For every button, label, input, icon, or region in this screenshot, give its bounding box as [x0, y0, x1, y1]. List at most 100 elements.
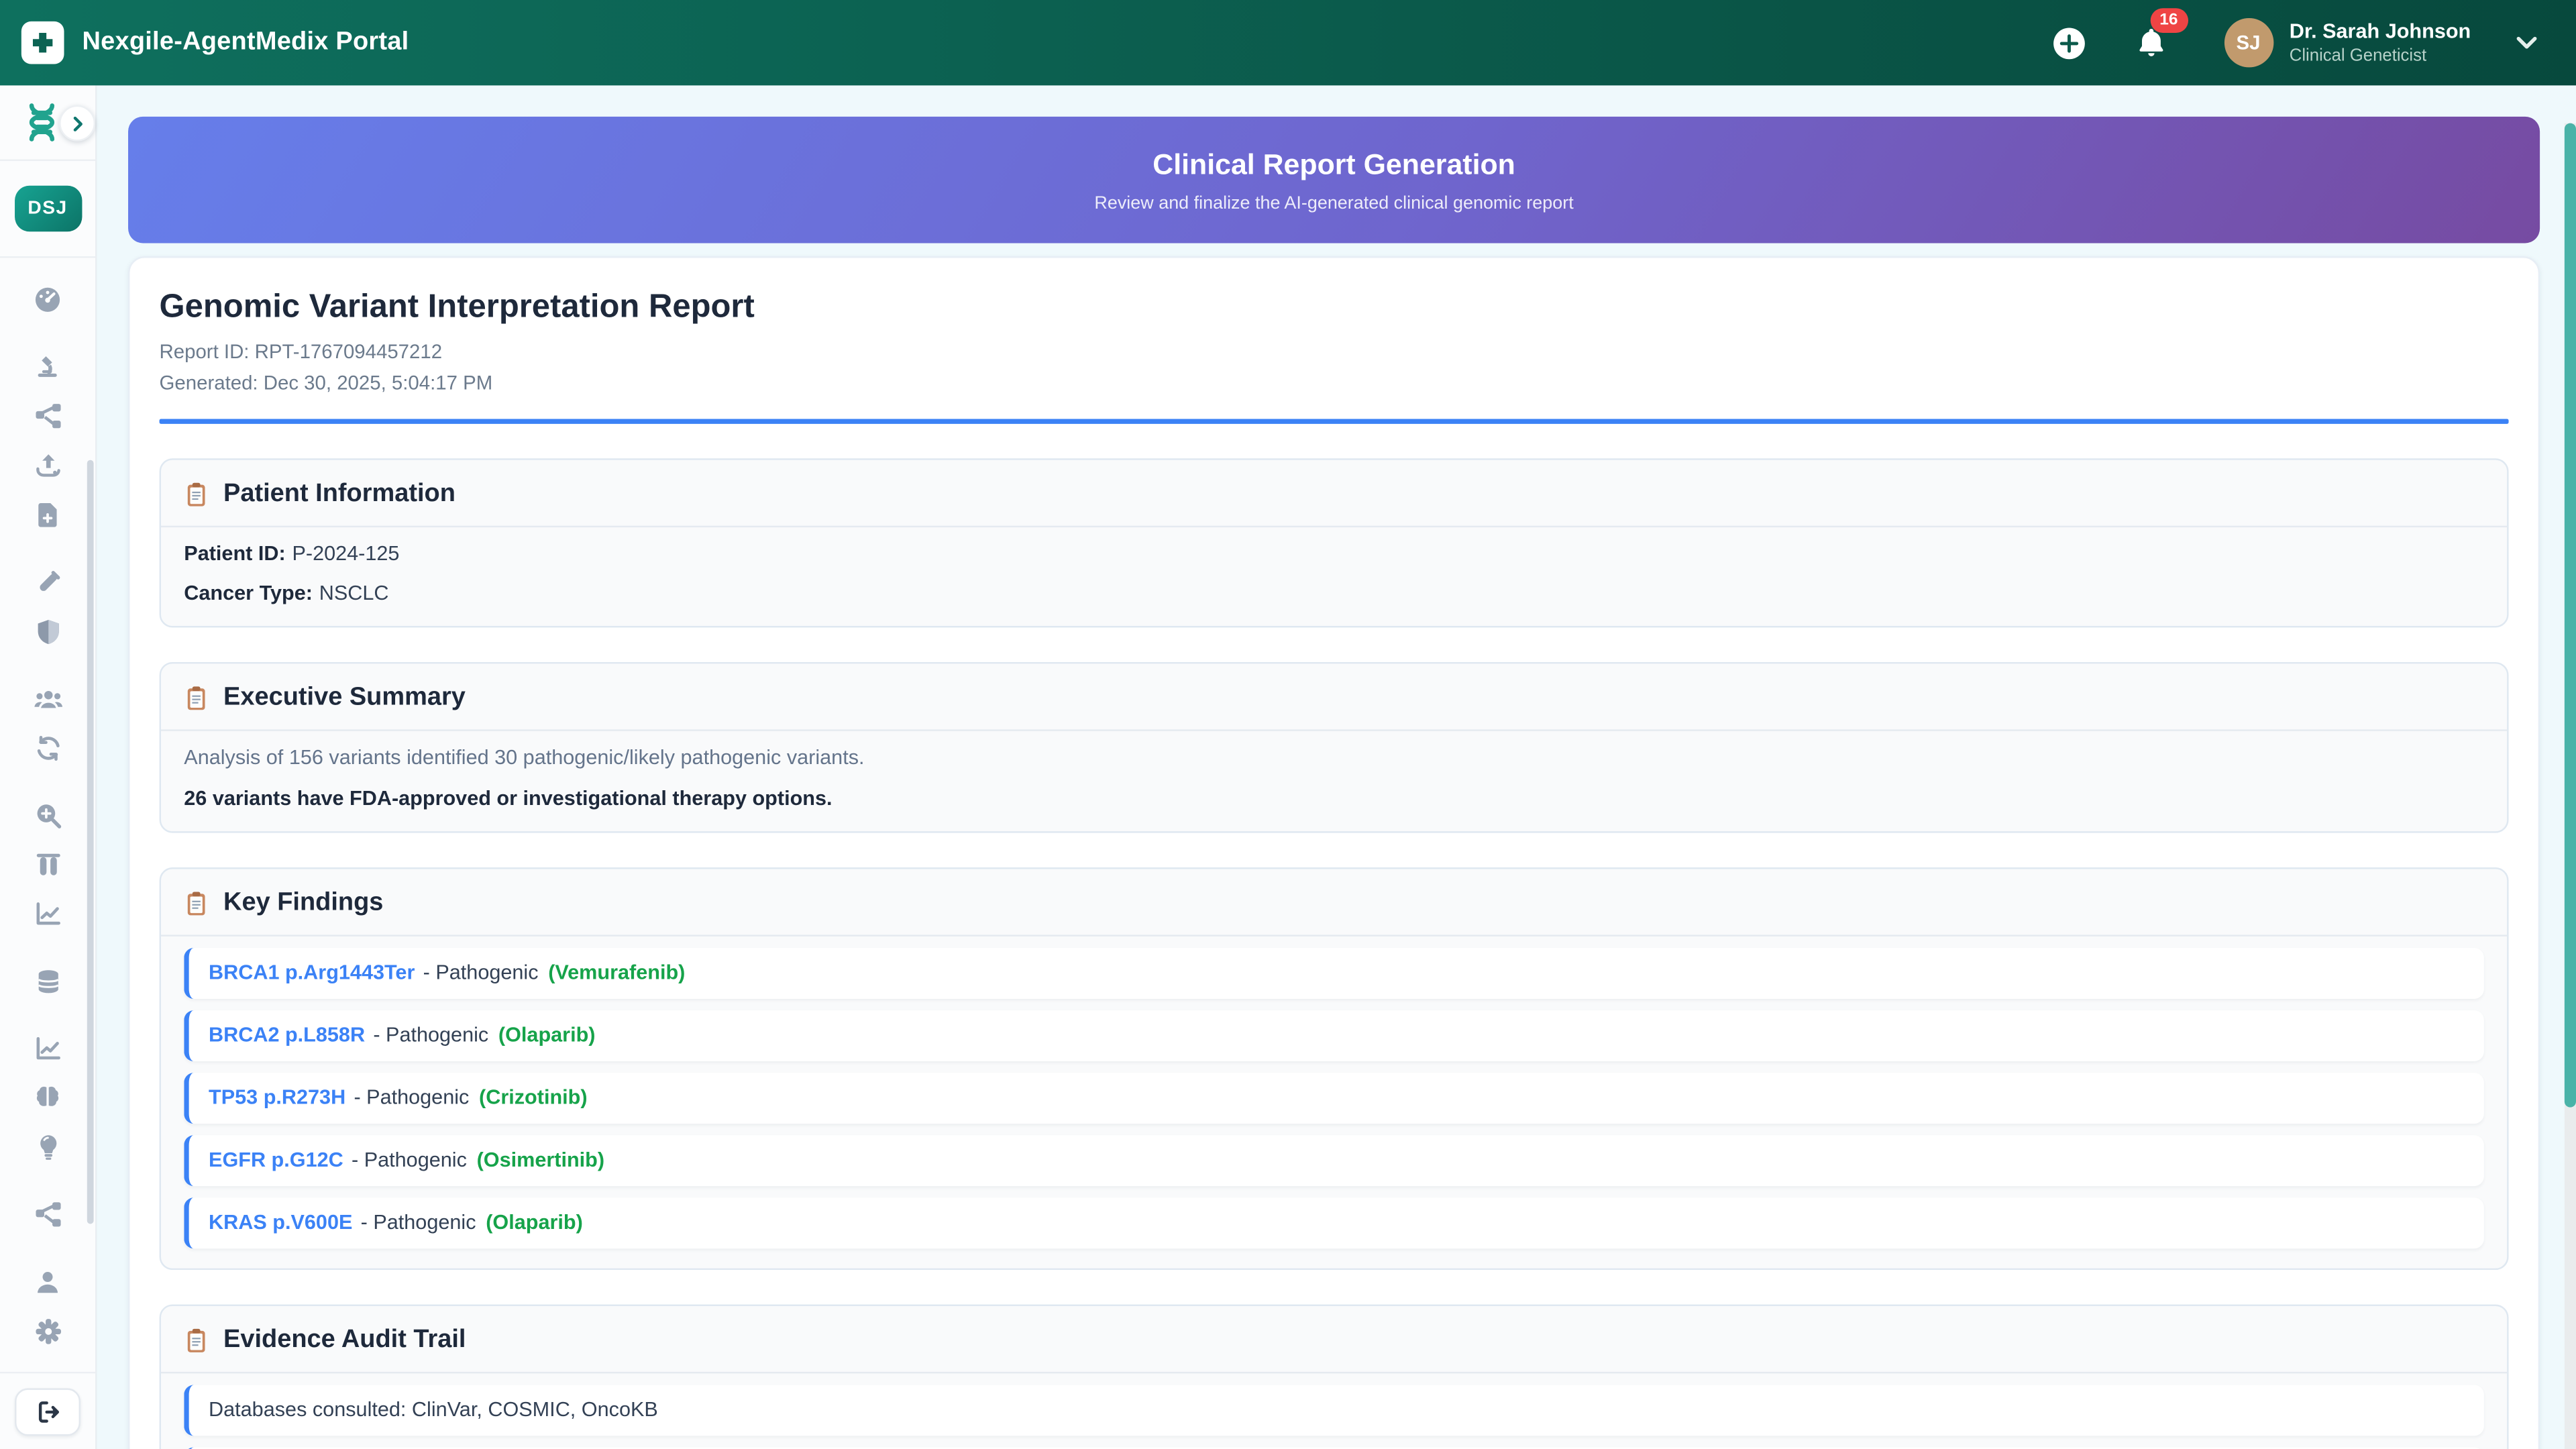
sidebar-item-network-icon[interactable]: [0, 1189, 95, 1238]
finding-classification: - Pathogenic: [373, 1024, 488, 1046]
user-avatar[interactable]: SJ: [2224, 18, 2273, 67]
sidebar-item-microscope-icon[interactable]: [0, 341, 95, 390]
page-subtitle: Review and finalize the AI-generated cli…: [1094, 193, 1573, 213]
sidebar-item-share-nodes-icon[interactable]: [0, 391, 95, 440]
sidebar-item-upload-icon[interactable]: [0, 440, 95, 489]
section-header: Key Findings: [184, 886, 2484, 919]
finding-therapy: (Olaparib): [486, 1211, 583, 1234]
cancer-type-field: Cancer Type: NSCLC: [184, 579, 2484, 605]
finding-gene: EGFR p.G12C: [209, 1148, 343, 1171]
section-title: Evidence Audit Trail: [223, 1325, 466, 1354]
user-meta: Dr. Sarah Johnson Clinical Geneticist: [2290, 20, 2471, 65]
section-patient-information: Patient Information Patient ID: P-2024-12…: [160, 458, 2509, 627]
app-viewport: Nexgile-AgentMedix Portal 16 SJ Dr. Sara…: [0, 0, 2576, 1449]
sidebar-item-chart-line-icon[interactable]: [0, 889, 95, 938]
finding-therapy: (Vemurafenib): [548, 961, 685, 984]
page-scrollbar: [2563, 85, 2576, 1449]
sidebar-item-brain-icon[interactable]: [0, 1073, 95, 1122]
finding-gene: TP53 p.R273H: [209, 1086, 345, 1109]
add-button[interactable]: [2049, 23, 2089, 62]
field-label: Cancer Type:: [184, 581, 313, 604]
report-title: Genomic Variant Interpretation Report: [160, 288, 2509, 327]
finding-gene: BRCA1 p.Arg1443Ter: [209, 961, 415, 984]
section-header: Executive Summary: [184, 681, 2484, 714]
sidebar-top: [0, 85, 95, 161]
page-banner: Clinical Report Generation Review and fi…: [128, 117, 2540, 244]
finding-row: BRCA2 p.L858R - Pathogenic (Olaparib): [184, 1010, 2484, 1061]
audit-row: Databases consulted: ClinVar, COSMIC, On…: [184, 1384, 2484, 1435]
section-key-findings: Key Findings BRCA1 p.Arg1443Ter - Pathog…: [160, 867, 2509, 1269]
report-id: Report ID: RPT-1767094457212: [160, 340, 2509, 363]
sidebar-item-file-plus-icon[interactable]: [0, 490, 95, 539]
patient-id-field: Patient ID: P-2024-125: [184, 539, 2484, 566]
finding-therapy: (Crizotinib): [479, 1086, 588, 1109]
finding-gene: BRCA2 p.L858R: [209, 1024, 365, 1046]
sidebar-scrollbar-thumb[interactable]: [87, 460, 94, 1224]
notification-count-badge: 16: [2150, 8, 2188, 33]
finding-row: EGFR p.G12C - Pathogenic (Osimertinib): [184, 1134, 2484, 1185]
finding-row: TP53 p.R273H - Pathogenic (Crizotinib): [184, 1072, 2484, 1123]
section-title: Executive Summary: [223, 683, 466, 712]
section-executive-summary: Executive Summary Analysis of 156 varian…: [160, 661, 2509, 833]
audit-list: Databases consulted: ClinVar, COSMIC, On…: [184, 1384, 2484, 1449]
dna-icon: [23, 102, 60, 151]
field-value: NSCLC: [319, 581, 389, 604]
audit-text: Databases consulted: ClinVar, COSMIC, On…: [209, 1398, 658, 1421]
clipboard-icon: [184, 1327, 209, 1353]
page-scrollbar-thumb[interactable]: [2565, 123, 2576, 1108]
divider: [161, 525, 2507, 526]
finding-therapy: (Olaparib): [498, 1024, 596, 1046]
report-card: Genomic Variant Interpretation Report Re…: [128, 256, 2540, 1449]
sidebar-item-shield-icon[interactable]: [0, 606, 95, 655]
sidebar-user-row: DSJ: [0, 161, 95, 258]
divider: [161, 729, 2507, 730]
section-title: Key Findings: [223, 888, 383, 918]
sidebar-item-users-icon[interactable]: [0, 674, 95, 722]
finding-row: KRAS p.V600E - Pathogenic (Olaparib): [184, 1197, 2484, 1248]
section-evidence-audit-trail: Evidence Audit Trail Databases consulted…: [160, 1303, 2509, 1449]
sidebar-item-test-tube-icon[interactable]: [0, 557, 95, 606]
notifications-bell-icon[interactable]: 16: [2132, 23, 2171, 62]
sidebar-footer: [0, 1372, 95, 1449]
section-title: Patient Information: [223, 479, 455, 508]
section-header: Patient Information: [184, 477, 2484, 510]
sidebar-expand-button[interactable]: [59, 105, 95, 142]
finding-classification: - Pathogenic: [361, 1211, 476, 1234]
sidebar-item-dashboard-gauge-icon[interactable]: [0, 274, 95, 323]
user-role: Clinical Geneticist: [2290, 46, 2471, 66]
sidebar: DSJ: [0, 85, 97, 1449]
finding-gene: KRAS p.V600E: [209, 1211, 352, 1234]
audit-row: Publications reviewed: 834: [184, 1446, 2484, 1449]
sidebar-item-gear-icon[interactable]: [0, 1306, 95, 1355]
user-menu-chevron-down-icon[interactable]: [2507, 23, 2546, 62]
app-title: Nexgile-AgentMedix Portal: [82, 28, 409, 58]
sidebar-item-user-icon[interactable]: [0, 1256, 95, 1305]
field-value: P-2024-125: [292, 541, 399, 564]
brand: Nexgile-AgentMedix Portal: [21, 21, 409, 64]
clipboard-icon: [184, 890, 209, 916]
finding-classification: - Pathogenic: [352, 1148, 467, 1171]
findings-list: BRCA1 p.Arg1443Ter - Pathogenic (Vemuraf…: [184, 947, 2484, 1248]
sidebar-item-database-icon[interactable]: [0, 956, 95, 1005]
sidebar-item-search-plus-icon[interactable]: [0, 790, 95, 839]
app-header: Nexgile-AgentMedix Portal 16 SJ Dr. Sara…: [0, 0, 2576, 85]
summary-analysis-line: Analysis of 156 variants identified 30 p…: [184, 745, 2484, 770]
user-name: Dr. Sarah Johnson: [2290, 20, 2471, 44]
sidebar-user-badge[interactable]: DSJ: [14, 186, 81, 232]
divider: [161, 1371, 2507, 1373]
header-actions: 16 SJ Dr. Sarah Johnson Clinical Genetic…: [2049, 18, 2546, 67]
page-title: Clinical Report Generation: [1152, 147, 1515, 181]
finding-classification: - Pathogenic: [354, 1086, 469, 1109]
sidebar-item-chart-trend-icon[interactable]: [0, 1024, 95, 1073]
section-header: Evidence Audit Trail: [184, 1324, 2484, 1356]
sidebar-item-lightbulb-icon[interactable]: [0, 1122, 95, 1171]
clipboard-icon: [184, 480, 209, 506]
field-label: Patient ID:: [184, 541, 285, 564]
medical-cross-logo-icon: [21, 21, 64, 64]
logout-button[interactable]: [15, 1387, 80, 1435]
main-content: Clinical Report Generation Review and fi…: [95, 85, 2576, 1449]
finding-therapy: (Osimertinib): [477, 1148, 605, 1171]
finding-classification: - Pathogenic: [423, 961, 539, 984]
sidebar-item-vials-icon[interactable]: [0, 839, 95, 888]
sidebar-item-sync-icon[interactable]: [0, 723, 95, 772]
